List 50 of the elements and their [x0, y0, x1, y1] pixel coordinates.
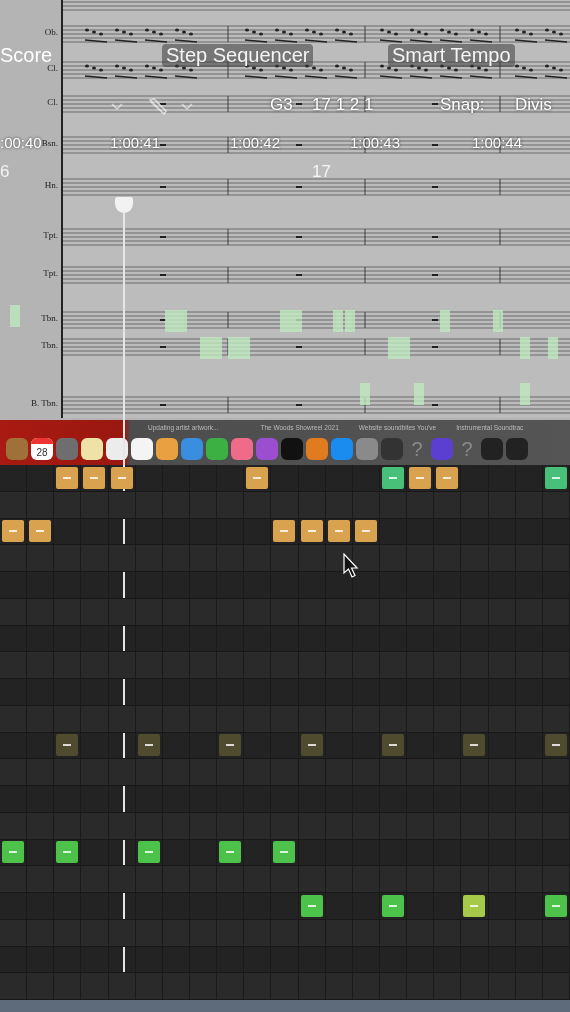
- region-highlight: [440, 310, 450, 332]
- region-highlight: [165, 310, 187, 332]
- time-label: 1:00:42: [230, 134, 281, 151]
- region-highlight: [360, 383, 370, 405]
- region-highlight: [10, 305, 20, 327]
- region-highlight: [548, 337, 558, 359]
- bar-number: 17: [312, 162, 331, 182]
- region-highlight: [520, 383, 530, 405]
- instrument-label: Tbn.: [41, 340, 58, 350]
- region-highlight: [345, 310, 355, 332]
- region-highlight: [388, 337, 410, 359]
- chevron-down-icon[interactable]: [180, 102, 194, 112]
- calendar-icon[interactable]: 28: [31, 438, 53, 460]
- time-label: 1:00:44: [472, 134, 523, 151]
- region-highlight: [520, 337, 530, 359]
- time-label: :00:40: [0, 134, 42, 151]
- chevron-down-icon[interactable]: [110, 102, 124, 112]
- region-highlight: [280, 310, 302, 332]
- instrument-label: Cl.: [47, 97, 58, 107]
- app-icon[interactable]: [106, 438, 128, 460]
- instrument-label: Cl.: [47, 63, 58, 73]
- position-display: 17 1 2 1: [312, 95, 374, 115]
- playhead-handle[interactable]: [115, 197, 133, 213]
- pencil-icon[interactable]: [146, 96, 168, 118]
- region-highlight: [493, 310, 503, 332]
- unknown-app-icon[interactable]: ?: [406, 438, 428, 460]
- instrument-label: Ob.: [44, 27, 58, 37]
- instrument-label: Hn.: [44, 180, 58, 190]
- region-highlight: [200, 337, 222, 359]
- unknown-app-icon[interactable]: ?: [456, 438, 478, 460]
- instrument-label: Tbn.: [41, 313, 58, 323]
- region-highlight: [333, 310, 343, 332]
- instrument-label: Tpt.: [43, 268, 58, 278]
- scroll-bar[interactable]: [0, 1000, 570, 1012]
- region-highlight: [228, 337, 250, 359]
- snap-label: Snap:: [440, 95, 485, 115]
- time-label: 1:00:41: [110, 134, 161, 151]
- bar-number: 6: [0, 162, 10, 182]
- pitch-display: G3: [270, 95, 293, 115]
- time-label: 1:00:43: [350, 134, 401, 151]
- instrument-label: Tpt.: [43, 230, 58, 240]
- app-icon[interactable]: [81, 438, 103, 460]
- view-tab[interactable]: Step Sequencer: [162, 44, 314, 67]
- instrument-label: B. Tbn.: [30, 398, 58, 408]
- app-icon[interactable]: [131, 438, 153, 460]
- app-icon[interactable]: [156, 438, 178, 460]
- instrument-label: Bsn.: [41, 138, 58, 148]
- region-highlight: [414, 383, 424, 405]
- mouse-pointer-icon: [343, 553, 359, 579]
- view-tab[interactable]: Smart Tempo: [388, 44, 515, 67]
